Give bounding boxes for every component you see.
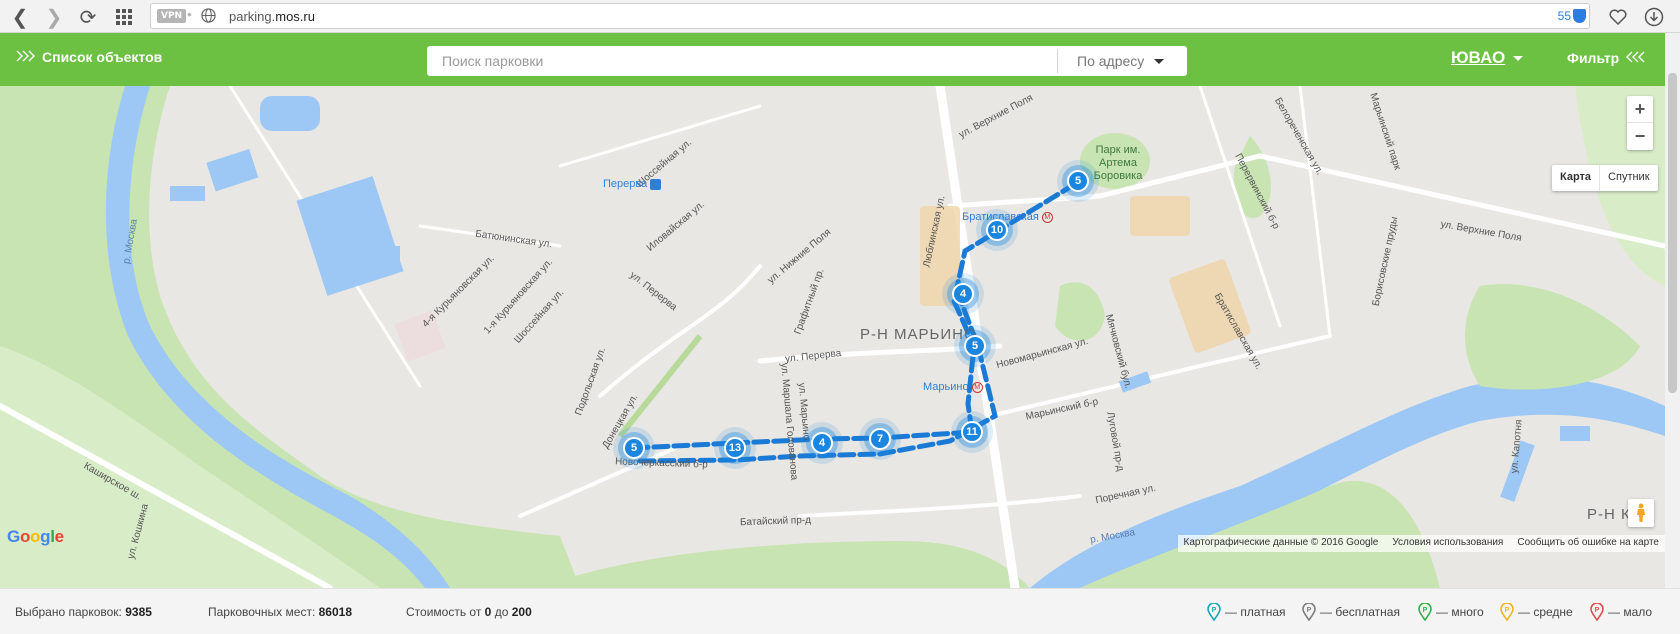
scroll-thumb[interactable]	[1668, 73, 1677, 393]
metro-icon: M	[1041, 211, 1053, 223]
filter-label: Фильтр	[1567, 50, 1620, 66]
parking-places-stat: Парковочных мест: 86018	[208, 605, 352, 619]
pin-few-icon: P	[1590, 603, 1604, 621]
shield-icon[interactable]	[1573, 9, 1586, 23]
svg-text:P: P	[1505, 607, 1510, 614]
caret-down-icon	[1513, 55, 1524, 61]
parking-cluster[interactable]: 13	[724, 437, 746, 459]
region-label: ЮВАО	[1451, 48, 1506, 67]
search-box: По адресу	[427, 46, 1187, 76]
pin-free-icon: P	[1302, 603, 1316, 621]
terms-link[interactable]: Условия использования	[1392, 537, 1503, 550]
cost-range-stat: Стоимость от 0 до 200	[406, 605, 532, 619]
zoom-in-button[interactable]: +	[1627, 96, 1653, 123]
extension-count[interactable]: 55	[1558, 9, 1571, 23]
search-mode-select[interactable]: По адресу	[1077, 53, 1165, 69]
pegman-icon[interactable]	[1628, 499, 1654, 527]
page-scrollbar[interactable]	[1665, 33, 1680, 588]
metro-label: Перерва	[603, 178, 662, 190]
attribution-text: Картографические данные © 2016 Google	[1183, 537, 1379, 548]
park-label: Парк им. Артема Боровика	[1093, 144, 1143, 182]
selected-parkings-stat: Выбрано парковок: 9385	[15, 605, 152, 619]
heart-icon[interactable]	[1604, 3, 1632, 31]
metro-label: Братиславская M	[962, 211, 1053, 223]
parking-search-input[interactable]	[427, 46, 1057, 76]
dot-separator: •	[187, 6, 192, 22]
bus-stop-icon	[650, 178, 662, 190]
region-select[interactable]: ЮВАО	[1451, 48, 1524, 68]
stats-footer: Выбрано парковок: 9385 Парковочных мест:…	[0, 588, 1680, 634]
google-logo: Google	[7, 527, 64, 546]
svg-text:P: P	[1595, 607, 1600, 614]
legend-paid: P — платная	[1207, 603, 1286, 621]
search-divider	[1057, 49, 1058, 73]
reload-icon[interactable]: ⟳	[74, 3, 102, 31]
chevrons-right-icon	[16, 49, 36, 65]
app-header: Список объектов По адресу ЮВАО Фильтр	[0, 33, 1665, 86]
legend-medium: P — средне	[1500, 603, 1573, 621]
parking-cluster[interactable]: 4	[952, 283, 974, 305]
url-text[interactable]: parking.mos.ru	[229, 9, 315, 24]
forward-icon[interactable]: ❯	[40, 3, 68, 31]
legend-many: P — много	[1418, 603, 1484, 621]
search-mode-label: По адресу	[1077, 53, 1145, 69]
back-icon[interactable]: ❮	[6, 3, 34, 31]
vpn-badge[interactable]: VPN	[157, 9, 187, 23]
metro-icon: M	[971, 381, 983, 393]
filter-button[interactable]: Фильтр	[1567, 50, 1645, 66]
parking-cluster[interactable]: 4	[811, 432, 833, 454]
apps-grid-icon[interactable]	[110, 3, 138, 31]
district-label: Р-Н МАРЬИНО	[860, 326, 977, 343]
objects-list-button[interactable]: Список объектов	[16, 49, 162, 65]
map-type-control: Карта Спутник	[1552, 165, 1658, 191]
parking-cluster[interactable]: 5	[1067, 170, 1089, 192]
svg-text:P: P	[1307, 607, 1312, 614]
caret-down-icon	[1154, 58, 1165, 64]
objects-list-label: Список объектов	[42, 49, 163, 65]
map-canvas[interactable]: Шоссейная ул. Иловайская ул. Батюнинская…	[0, 86, 1665, 588]
legend-free: P — бесплатная	[1302, 603, 1400, 621]
metro-label: Марьино M	[923, 381, 983, 393]
parking-cluster[interactable]: 11	[961, 421, 983, 443]
parking-cluster[interactable]: 5	[964, 335, 986, 357]
parking-cluster[interactable]: 10	[986, 219, 1008, 241]
pin-many-icon: P	[1418, 603, 1432, 621]
map-type-map-button[interactable]: Карта	[1552, 165, 1601, 191]
zoom-out-button[interactable]: −	[1627, 123, 1653, 150]
map-base-layer	[0, 86, 1665, 588]
pin-paid-icon: P	[1207, 603, 1221, 621]
svg-text:P: P	[1423, 607, 1428, 614]
chevrons-left-icon	[1625, 50, 1645, 66]
address-bar[interactable]: VPN • parking.mos.ru 55	[150, 3, 1590, 29]
browser-toolbar: ❮ ❯ ⟳ VPN • parking.mos.ru 55	[0, 0, 1680, 33]
zoom-control: + −	[1627, 96, 1653, 150]
parking-cluster[interactable]: 5	[623, 437, 645, 459]
parking-cluster[interactable]: 7	[869, 428, 891, 450]
pin-medium-icon: P	[1500, 603, 1514, 621]
download-icon[interactable]	[1640, 3, 1668, 31]
map-attribution: Картографические данные © 2016 Google Ус…	[1177, 535, 1665, 552]
legend-few: P — мало	[1590, 603, 1652, 621]
globe-icon	[201, 8, 216, 28]
report-error-link[interactable]: Сообщить об ошибке на карте	[1517, 537, 1659, 550]
map-type-satellite-button[interactable]: Спутник	[1600, 165, 1657, 191]
svg-text:P: P	[1212, 607, 1217, 614]
